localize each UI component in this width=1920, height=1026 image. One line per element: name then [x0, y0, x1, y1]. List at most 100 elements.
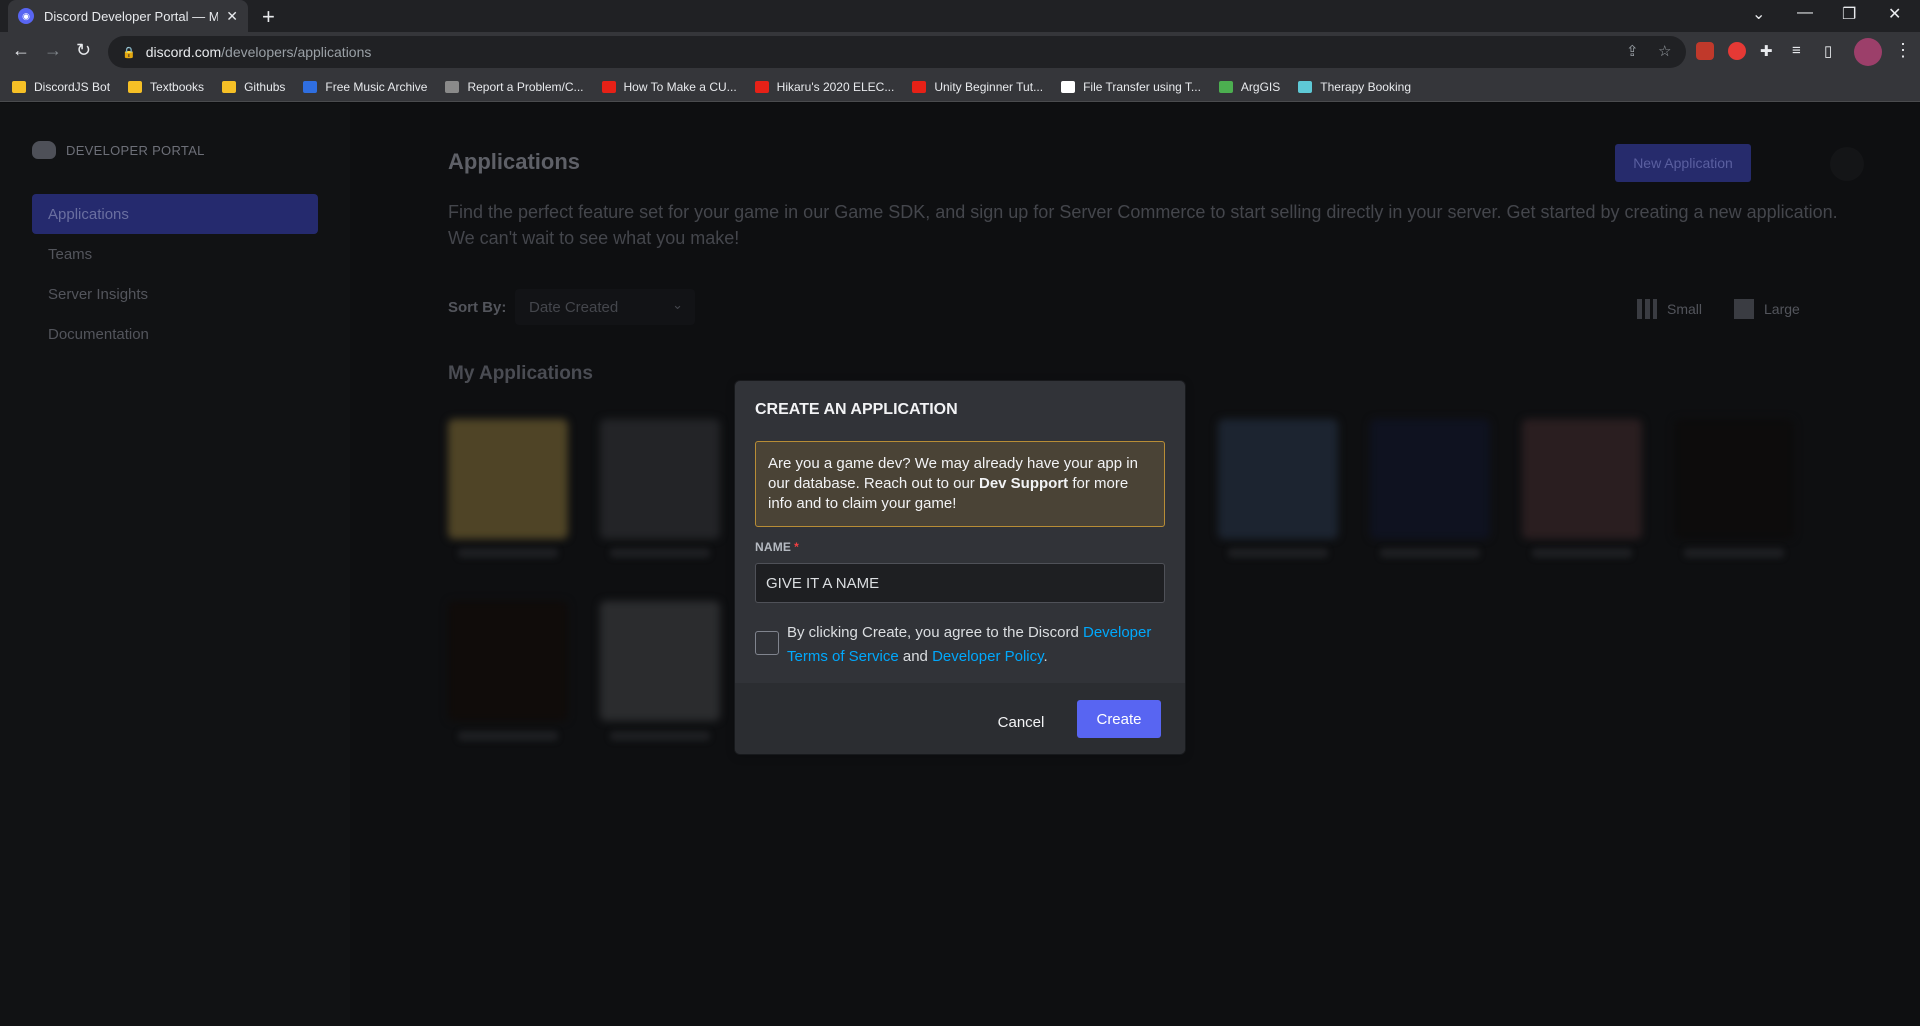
name-field-label: NAME * [755, 540, 799, 554]
bookmark-item[interactable]: How To Make a CU... [601, 79, 737, 94]
extensions-puzzle-icon[interactable]: ✚ [1760, 42, 1773, 60]
view-small-toggle[interactable]: Small [1637, 299, 1702, 319]
browser-tab[interactable]: ◉ Discord Developer Portal — My / ✕ [8, 0, 248, 32]
terms-text-post: . [1043, 648, 1048, 665]
side-panel-icon[interactable]: ▯ [1824, 42, 1832, 60]
bookmark-label: File Transfer using T... [1083, 79, 1201, 94]
bookmark-label: Githubs [244, 79, 286, 94]
profile-avatar[interactable] [1854, 38, 1882, 66]
terms-text-mid: and [898, 648, 933, 665]
share-icon[interactable]: ⇪ [1626, 42, 1639, 60]
modal-footer: Cancel Create [735, 683, 1185, 754]
app-card[interactable] [1522, 419, 1642, 539]
app-card[interactable] [1674, 419, 1794, 539]
bookmark-item[interactable]: Therapy Booking [1298, 80, 1411, 94]
app-card[interactable] [448, 601, 568, 721]
browser-menu-icon[interactable]: ⋮ [1894, 40, 1912, 61]
developer-policy-link[interactable]: Developer Policy [932, 648, 1043, 665]
bookmark-star-icon[interactable]: ☆ [1658, 42, 1671, 60]
browser-tab-bar: ◉ Discord Developer Portal — My / ✕ + ⌄ … [0, 0, 1920, 32]
bookmark-item[interactable]: ArgGIS [1218, 79, 1281, 94]
url-host: discord.com [145, 44, 222, 60]
portal-logo-text: DEVELOPER PORTAL [66, 142, 205, 158]
bookmark-label: DiscordJS Bot [34, 79, 111, 94]
app-card-label [1228, 548, 1328, 558]
required-marker: * [794, 540, 800, 554]
view-large-toggle[interactable]: Large [1734, 299, 1800, 319]
bookmark-label: How To Make a CU... [623, 79, 737, 94]
forward-icon[interactable]: → [44, 40, 62, 61]
view-large-label: Large [1764, 301, 1800, 317]
bookmark-label: Therapy Booking [1320, 79, 1411, 94]
create-button[interactable]: Create [1077, 700, 1161, 738]
app-card[interactable] [1370, 419, 1490, 539]
bookmark-icon [12, 80, 26, 93]
back-icon[interactable]: ← [12, 40, 30, 61]
application-name-input[interactable] [755, 563, 1165, 603]
adblock-extension-icon[interactable] [1728, 42, 1746, 60]
app-card-label [610, 548, 710, 558]
bookmark-icon [754, 80, 769, 93]
bookmark-item[interactable]: Report a Problem/C... [445, 80, 584, 94]
sidebar-item-teams[interactable]: Teams [32, 234, 318, 274]
user-avatar[interactable] [1830, 147, 1864, 181]
extension-icon[interactable] [1696, 42, 1714, 60]
bookmark-item[interactable]: File Transfer using T... [1061, 80, 1201, 94]
bookmark-item[interactable]: Free Music Archive [303, 80, 427, 94]
discord-favicon-icon: ◉ [18, 8, 34, 24]
close-window-icon[interactable]: ✕ [1888, 4, 1901, 24]
bookmark-icon [1061, 80, 1076, 93]
new-tab-button[interactable]: + [262, 4, 275, 30]
app-card[interactable] [448, 419, 568, 539]
tab-title: Discord Developer Portal — My / [44, 8, 219, 24]
portal-logo[interactable]: DEVELOPER PORTAL [32, 141, 205, 159]
app-card-label [1684, 548, 1784, 558]
bookmark-icon [303, 80, 318, 93]
app-card-label [1532, 548, 1632, 558]
bookmark-icon [128, 80, 143, 93]
app-card-label [610, 731, 710, 741]
media-controls-icon[interactable]: ≡ [1792, 42, 1801, 59]
lock-icon: 🔒 [122, 46, 136, 59]
bookmark-item[interactable]: Githubs [222, 80, 285, 94]
sidebar-item-server-insights[interactable]: Server Insights [32, 274, 318, 314]
create-application-modal: CREATE AN APPLICATION Are you a game dev… [735, 381, 1185, 754]
bookmark-label: Hikaru's 2020 ELEC... [776, 79, 895, 94]
app-card[interactable] [600, 419, 720, 539]
bookmark-label: Textbooks [150, 79, 205, 94]
sidebar-item-documentation[interactable]: Documentation [32, 314, 318, 354]
terms-text-pre: By clicking Create, you agree to the Dis… [787, 624, 1083, 641]
app-card-label [1380, 548, 1480, 558]
name-label-text: NAME [755, 540, 792, 554]
bookmark-item[interactable]: Textbooks [128, 80, 204, 94]
bookmarks-bar: DiscordJS Bot Textbooks Githubs Free Music … [0, 72, 1920, 102]
bookmark-icon [222, 80, 237, 93]
address-bar[interactable]: 🔒 discord.com /developers/applications [108, 36, 1686, 68]
dev-support-text: Dev Support [978, 475, 1069, 492]
reload-icon[interactable]: ↻ [76, 40, 91, 61]
sidebar: DEVELOPER PORTAL Applications Teams Serv… [0, 103, 350, 1026]
url-path: /developers/applications [221, 44, 372, 60]
chevron-down-icon: ⌄ [672, 297, 683, 312]
app-card-label [458, 731, 558, 741]
game-dev-notice: Are you a game dev? We may already have … [755, 441, 1165, 527]
new-application-button[interactable]: New Application [1615, 144, 1751, 182]
bookmark-item[interactable]: DiscordJS Bot [12, 80, 110, 94]
tab-close-icon[interactable]: ✕ [226, 8, 238, 25]
tab-search-icon[interactable]: ⌄ [1752, 4, 1765, 24]
grid-large-icon [1734, 299, 1754, 319]
minimize-icon[interactable]: — [1797, 4, 1813, 22]
bookmark-item[interactable]: Hikaru's 2020 ELEC... [754, 79, 895, 94]
cancel-button[interactable]: Cancel [985, 703, 1057, 741]
bookmark-label: ArgGIS [1240, 79, 1281, 94]
sidebar-item-applications[interactable]: Applications [32, 194, 318, 234]
bookmark-item[interactable]: Unity Beginner Tut... [912, 80, 1043, 94]
restore-icon[interactable]: ❐ [1842, 4, 1856, 24]
app-card[interactable] [1218, 419, 1338, 539]
sort-select[interactable]: Date Created ⌄ [515, 289, 695, 325]
section-title: My Applications [448, 363, 593, 384]
sort-label: Sort By: [448, 299, 507, 316]
view-small-label: Small [1667, 301, 1703, 317]
app-card[interactable] [600, 601, 720, 721]
terms-checkbox[interactable] [755, 631, 779, 655]
